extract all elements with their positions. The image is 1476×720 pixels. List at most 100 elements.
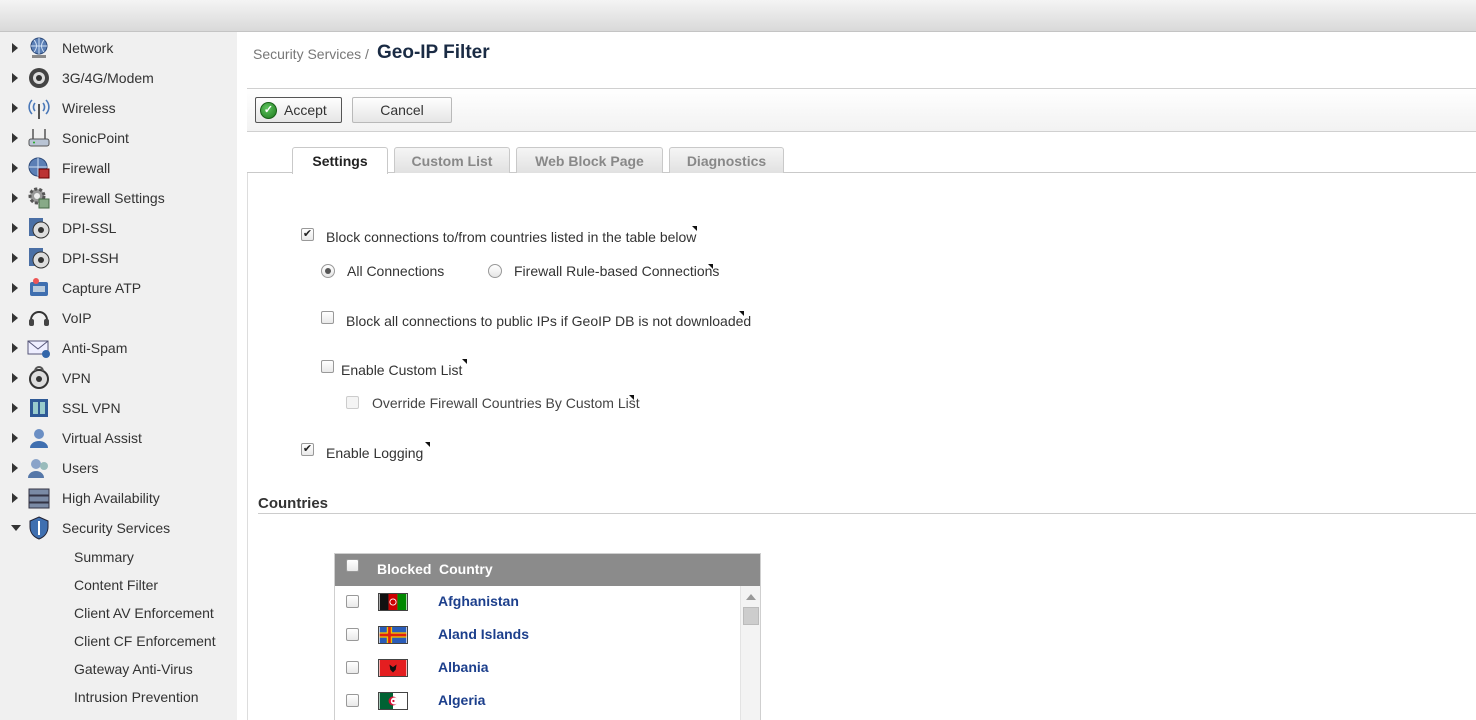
users-icon (28, 459, 48, 478)
select-all-checkbox[interactable] (346, 559, 359, 572)
tooltip-marker-icon[interactable] (739, 311, 744, 316)
block-connections-label: Block connections to/from countries list… (326, 229, 697, 245)
sidebar-item-label: DPI-SSH (62, 250, 119, 266)
sidebar-item-security-services[interactable]: Security Services (0, 513, 237, 543)
expand-arrow-icon[interactable] (12, 403, 18, 413)
checkmark-icon: ✓ (260, 101, 277, 119)
sidebar-item-3g-4g-modem[interactable]: 3G/4G/Modem (0, 63, 237, 93)
block-connections-checkbox[interactable] (301, 228, 314, 241)
sidebar-item-voip[interactable]: VoIP (0, 303, 237, 333)
sidebar-subitem-client-av-enforcement[interactable]: Client AV Enforcement (74, 605, 214, 621)
block-public-ips-checkbox[interactable] (321, 311, 334, 324)
algeria-flag-icon (378, 692, 408, 710)
sidebar-item-anti-spam[interactable]: Anti-Spam (0, 333, 237, 363)
sidebar-item-firewall[interactable]: Firewall (0, 153, 237, 183)
sidebar: Network 3G/4G/Modem Wireless SonicPoint … (0, 32, 237, 720)
tooltip-marker-icon[interactable] (462, 359, 467, 364)
access-point-icon (28, 129, 50, 147)
firewall-rule-based-radio[interactable] (488, 264, 502, 278)
enable-logging-checkbox[interactable] (301, 443, 314, 456)
sidebar-item-ssl-vpn[interactable]: SSL VPN (0, 393, 237, 423)
scroll-up-arrow-icon[interactable] (746, 594, 756, 600)
expand-arrow-icon[interactable] (12, 283, 18, 293)
expand-arrow-icon[interactable] (12, 73, 18, 83)
row-checkbox[interactable] (346, 628, 359, 641)
tooltip-marker-icon[interactable] (629, 395, 634, 400)
sidebar-item-label: SSL VPN (62, 400, 121, 416)
breadcrumb[interactable]: Security Services / (253, 46, 369, 62)
row-checkbox[interactable] (346, 595, 359, 608)
tab-custom-list[interactable]: Custom List (394, 147, 510, 173)
row-checkbox[interactable] (346, 694, 359, 707)
tab-label: Custom List (411, 152, 493, 169)
sidebar-item-network[interactable]: Network (0, 33, 237, 63)
scroll-thumb[interactable] (743, 607, 759, 625)
countries-section-title: Countries (258, 495, 329, 512)
sidebar-item-users[interactable]: Users (0, 453, 237, 483)
sidebar-item-virtual-assist[interactable]: Virtual Assist (0, 423, 237, 453)
row-checkbox[interactable] (346, 661, 359, 674)
expand-arrow-icon[interactable] (12, 343, 18, 353)
country-link[interactable]: Afghanistan (438, 593, 519, 609)
vpn-lock-icon (29, 366, 49, 389)
sidebar-item-dpi-ssl[interactable]: DPI-SSL (0, 213, 237, 243)
expand-arrow-icon[interactable] (12, 43, 18, 53)
expand-arrow-icon[interactable] (12, 163, 18, 173)
expand-arrow-icon[interactable] (12, 373, 18, 383)
expand-arrow-icon[interactable] (12, 103, 18, 113)
enable-logging-label: Enable Logging (326, 445, 424, 461)
expand-arrow-icon[interactable] (12, 463, 18, 473)
expand-arrow-icon[interactable] (12, 433, 18, 443)
override-firewall-checkbox[interactable] (346, 396, 359, 409)
page-title: Geo-IP Filter (377, 42, 490, 63)
all-connections-radio[interactable] (321, 264, 335, 278)
sidebar-item-sonicpoint[interactable]: SonicPoint (0, 123, 237, 153)
expand-arrow-icon[interactable] (12, 193, 18, 203)
capture-atp-icon (30, 278, 48, 296)
tab-web-block-page[interactable]: Web Block Page (516, 147, 663, 173)
sidebar-subitem-gateway-anti-virus[interactable]: Gateway Anti-Virus (74, 661, 193, 677)
sidebar-subitem-content-filter[interactable]: Content Filter (74, 577, 158, 593)
expand-arrow-icon[interactable] (12, 493, 18, 503)
table-row: Aland Islands (335, 619, 740, 652)
table-scrollbar[interactable] (740, 586, 760, 720)
expand-arrow-icon[interactable] (12, 253, 18, 263)
shield-icon (29, 516, 49, 540)
table-header: Blocked Country (335, 554, 760, 586)
sidebar-subitem-intrusion-prevention[interactable]: Intrusion Prevention (74, 689, 199, 705)
cancel-button[interactable]: Cancel (352, 97, 452, 123)
sidebar-subitem-summary[interactable]: Summary (74, 549, 134, 565)
sidebar-subitem-client-cf-enforcement[interactable]: Client CF Enforcement (74, 633, 216, 649)
sidebar-item-firewall-settings[interactable]: Firewall Settings (0, 183, 237, 213)
expand-arrow-icon[interactable] (12, 223, 18, 233)
expand-arrow-icon[interactable] (12, 133, 18, 143)
sidebar-item-high-availability[interactable]: High Availability (0, 483, 237, 513)
firewall-settings-gear-icon (28, 187, 50, 209)
sidebar-item-capture-atp[interactable]: Capture ATP (0, 273, 237, 303)
tab-settings[interactable]: Settings (292, 147, 388, 174)
column-header-country[interactable]: Country (439, 561, 493, 577)
sidebar-item-label: Anti-Spam (62, 340, 128, 356)
sidebar-item-label: SonicPoint (62, 130, 129, 146)
tab-diagnostics[interactable]: Diagnostics (669, 147, 784, 173)
sidebar-item-vpn[interactable]: VPN (0, 363, 237, 393)
collapse-arrow-icon[interactable] (11, 525, 21, 531)
column-header-blocked[interactable]: Blocked (377, 561, 431, 577)
country-link[interactable]: Albania (438, 659, 489, 675)
albania-flag-icon (378, 659, 408, 677)
tooltip-marker-icon[interactable] (425, 442, 430, 447)
expand-arrow-icon[interactable] (12, 313, 18, 323)
countries-table: Blocked Country Afghanistan Aland Island… (334, 553, 761, 720)
dpi-ssl-lock-icon (29, 218, 50, 239)
top-bar (0, 0, 1476, 32)
tooltip-marker-icon[interactable] (692, 226, 697, 231)
tooltip-marker-icon[interactable] (708, 264, 713, 269)
accept-button[interactable]: ✓ Accept (255, 97, 342, 123)
country-link[interactable]: Aland Islands (438, 626, 529, 642)
sidebar-item-dpi-ssh[interactable]: DPI-SSH (0, 243, 237, 273)
sidebar-item-wireless[interactable]: Wireless (0, 93, 237, 123)
enable-custom-list-checkbox[interactable] (321, 360, 334, 373)
accept-button-label: Accept (284, 102, 327, 118)
country-link[interactable]: Algeria (438, 692, 485, 708)
cancel-button-label: Cancel (380, 102, 424, 118)
